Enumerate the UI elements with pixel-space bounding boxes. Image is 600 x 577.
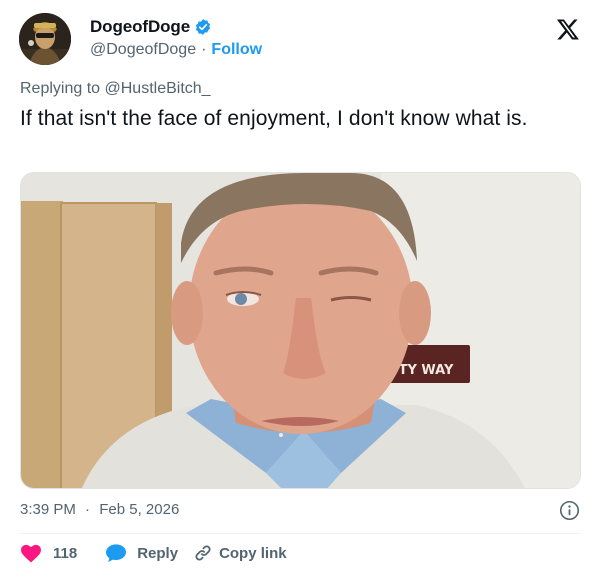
heart-icon [20, 543, 42, 563]
like-button[interactable]: 118 [20, 543, 77, 563]
link-icon [194, 544, 212, 562]
follow-button[interactable]: Follow [211, 41, 262, 59]
like-count: 118 [53, 544, 78, 562]
copy-link-label: Copy link [219, 544, 287, 562]
copy-link-button[interactable]: Copy link [194, 544, 287, 562]
tweet-card: DogeofDoge @DogeofDoge · Follow Replying… [0, 0, 600, 577]
verified-badge-icon [194, 18, 212, 36]
reply-bubble-icon [105, 543, 127, 563]
tweet-date: Feb 5, 2026 [99, 501, 180, 518]
reply-mention-link[interactable]: @HustleBitch_ [105, 80, 211, 97]
reply-button[interactable]: Reply [105, 543, 178, 563]
handle-row: @DogeofDoge · Follow [90, 41, 262, 59]
avatar[interactable] [19, 13, 71, 65]
timestamp-separator: · [85, 501, 91, 518]
x-logo-icon[interactable] [556, 17, 580, 41]
reply-label: Reply [137, 544, 179, 562]
info-icon[interactable] [559, 500, 580, 521]
display-name-text[interactable]: DogeofDoge [90, 17, 190, 37]
action-bar: 118 Reply Copy link [20, 543, 287, 563]
handle-separator: · [201, 41, 207, 58]
display-name[interactable]: DogeofDoge [90, 17, 212, 37]
tweet-time: 3:39 PM [20, 501, 76, 518]
reply-context-prefix: Replying to [20, 80, 101, 97]
reply-context: Replying to @HustleBitch_ [20, 80, 211, 98]
handle[interactable]: @DogeofDoge [90, 41, 196, 59]
tweet-media[interactable]: PETTY WAY [20, 172, 581, 489]
tweet-timestamp[interactable]: 3:39 PM · Feb 5, 2026 [20, 501, 179, 518]
tweet-text: If that isn't the face of enjoyment, I d… [20, 107, 528, 130]
divider [20, 533, 580, 534]
